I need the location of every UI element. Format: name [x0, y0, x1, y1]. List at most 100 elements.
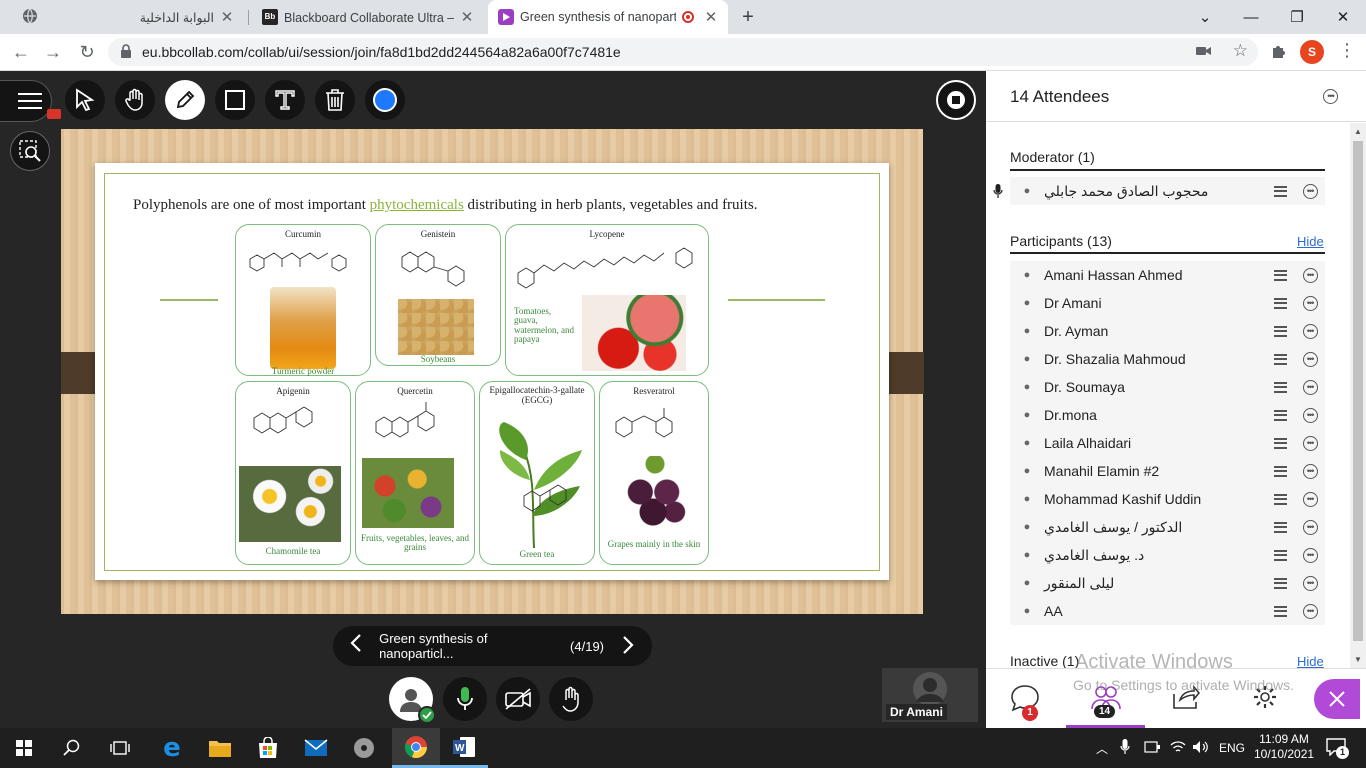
hide-participants-link[interactable]: Hide — [1297, 234, 1324, 249]
attendee-list-icon[interactable] — [1265, 493, 1295, 505]
attendee-more-button[interactable]: ••• — [1295, 183, 1325, 199]
close-panel-button[interactable] — [1314, 679, 1360, 719]
attendee-more-button[interactable]: ••• — [1295, 295, 1325, 311]
attendee-row[interactable]: ● Dr. Shazalia Mahmoud ••• — [1010, 345, 1325, 373]
attendee-row[interactable]: ● الدكتور / يوسف الغامدي ••• — [1010, 513, 1325, 541]
tray-microphone-icon[interactable] — [1120, 739, 1130, 758]
attendee-row[interactable]: ● Dr. Ayman ••• — [1010, 317, 1325, 345]
file-explorer-app[interactable] — [196, 728, 244, 768]
attendee-list-icon[interactable] — [1265, 297, 1295, 309]
attendee-list-icon[interactable] — [1265, 521, 1295, 533]
attendee-row[interactable]: ● Dr Amani ••• — [1010, 289, 1325, 317]
attendee-more-button[interactable]: ••• — [1295, 407, 1325, 423]
forward-icon[interactable]: → — [38, 34, 68, 70]
attendee-list-icon[interactable] — [1265, 549, 1295, 561]
attendee-more-button[interactable]: ••• — [1295, 323, 1325, 339]
attendee-list-icon[interactable] — [1265, 577, 1295, 589]
camera-in-use-icon[interactable] — [1196, 44, 1212, 61]
pen-tool-button[interactable] — [165, 80, 205, 120]
tray-wifi-icon[interactable] — [1170, 740, 1186, 757]
clear-tool-button[interactable] — [315, 80, 355, 120]
attendee-more-button[interactable]: ••• — [1295, 351, 1325, 367]
close-window-button[interactable]: ✕ — [1320, 0, 1366, 34]
browser-tab-active[interactable]: Green synthesis of nanoparti ✕ — [488, 0, 728, 34]
close-tab-icon[interactable]: ✕ — [460, 8, 474, 26]
profile-avatar[interactable]: S — [1300, 40, 1324, 64]
attendee-list-icon[interactable] — [1265, 269, 1295, 281]
attendee-list-icon[interactable] — [1265, 409, 1295, 421]
attendee-row[interactable]: ● د. يوسف الغامدي ••• — [1010, 541, 1325, 569]
attendee-list-icon[interactable] — [1265, 353, 1295, 365]
edge-app[interactable]: e — [148, 728, 196, 768]
extensions-icon[interactable] — [1270, 42, 1288, 63]
language-indicator[interactable]: ENG — [1219, 741, 1245, 755]
mail-app[interactable] — [292, 728, 340, 768]
address-bar[interactable]: eu.bbcollab.com/collab/ui/session/join/f… — [108, 38, 1258, 66]
browser-tab[interactable]: Bb Blackboard Collaborate Ultra – قاعة ✕ — [252, 0, 484, 34]
restore-button[interactable]: ❐ — [1274, 0, 1320, 34]
pan-tool-button[interactable] — [115, 80, 155, 120]
attendee-row[interactable]: ● Amani Hassan Ahmed ••• — [1010, 261, 1325, 289]
attendee-more-button[interactable]: ••• — [1295, 491, 1325, 507]
chrome-app-active[interactable] — [392, 728, 440, 768]
color-picker-button[interactable] — [365, 80, 405, 120]
tray-volume-icon[interactable] — [1192, 740, 1210, 757]
stop-sharing-button[interactable] — [936, 80, 976, 120]
store-app[interactable] — [244, 728, 292, 768]
new-tab-button[interactable]: + — [736, 6, 760, 28]
attendee-more-button[interactable]: ••• — [1295, 519, 1325, 535]
search-button[interactable] — [48, 728, 96, 768]
attendee-row[interactable]: ● Laila Alhaidari ••• — [1010, 429, 1325, 457]
panel-scrollbar[interactable]: ▲ ▼ — [1350, 123, 1366, 668]
my-status-button[interactable] — [389, 677, 436, 724]
bookmark-star-icon[interactable]: ☆ — [1233, 41, 1248, 61]
start-button[interactable] — [0, 728, 48, 768]
previous-slide-button[interactable] — [333, 633, 379, 659]
media-app[interactable] — [340, 728, 388, 768]
attendee-list-icon[interactable] — [1265, 185, 1295, 197]
attendee-row[interactable]: ● ليلى المنقور ••• — [1010, 569, 1325, 597]
close-tab-icon[interactable]: ✕ — [704, 8, 718, 26]
zoom-button[interactable] — [10, 131, 50, 171]
shape-tool-button[interactable] — [215, 80, 255, 120]
minimize-button[interactable]: — — [1228, 0, 1274, 34]
select-tool-button[interactable] — [65, 80, 105, 120]
system-clock[interactable]: 11:09 AM 10/10/2021 — [1254, 732, 1314, 762]
close-tab-icon[interactable]: ✕ — [220, 8, 234, 26]
microphone-button[interactable] — [443, 677, 487, 721]
shared-content-area[interactable]: Polyphenols are one of most important ph… — [61, 129, 924, 614]
attendee-row[interactable]: ● Manahil Elamin #2 ••• — [1010, 457, 1325, 485]
attendee-more-button[interactable]: ••• — [1295, 575, 1325, 591]
browser-tab[interactable]: البوابة الداخلية ✕ — [12, 0, 244, 34]
next-slide-button[interactable] — [604, 635, 652, 658]
attendee-more-button[interactable]: ••• — [1295, 463, 1325, 479]
word-app[interactable]: W — [440, 728, 488, 768]
attendee-list-icon[interactable] — [1265, 605, 1295, 617]
notifications-button[interactable]: 1 — [1326, 738, 1349, 759]
camera-button[interactable] — [496, 677, 540, 721]
panel-more-button[interactable]: ••• — [1323, 89, 1338, 104]
back-icon[interactable]: ← — [6, 34, 36, 70]
tray-chevron-icon[interactable]: ︿ — [1096, 740, 1108, 757]
session-menu-button[interactable] — [0, 80, 61, 122]
attendee-row-moderator[interactable]: ● محجوب الصادق محمد جابلي ••• — [993, 177, 1325, 205]
tab-search-icon[interactable]: ⌄ — [1182, 0, 1228, 34]
chat-tab[interactable]: 1 — [1010, 683, 1040, 721]
attendee-more-button[interactable]: ••• — [1295, 379, 1325, 395]
attendee-row[interactable]: ● AA ••• — [1010, 597, 1325, 625]
attendee-more-button[interactable]: ••• — [1295, 267, 1325, 283]
hide-inactive-link[interactable]: Hide — [1297, 654, 1324, 669]
video-tile[interactable]: Dr Amani — [882, 668, 978, 722]
heading-link[interactable]: phytochemicals — [370, 197, 464, 213]
reload-icon[interactable]: ↻ — [72, 34, 102, 70]
attendee-more-button[interactable]: ••• — [1295, 547, 1325, 563]
attendee-row[interactable]: ● Dr. Soumaya ••• — [1010, 373, 1325, 401]
attendee-more-button[interactable]: ••• — [1295, 603, 1325, 619]
attendee-row[interactable]: ● Dr.mona ••• — [1010, 401, 1325, 429]
attendee-row[interactable]: ● Mohammad Kashif Uddin ••• — [1010, 485, 1325, 513]
text-tool-button[interactable] — [265, 80, 305, 120]
task-view-button[interactable] — [96, 728, 144, 768]
attendee-more-button[interactable]: ••• — [1295, 435, 1325, 451]
attendee-list-icon[interactable] — [1265, 325, 1295, 337]
chrome-menu-icon[interactable]: ⋮ — [1338, 40, 1356, 61]
